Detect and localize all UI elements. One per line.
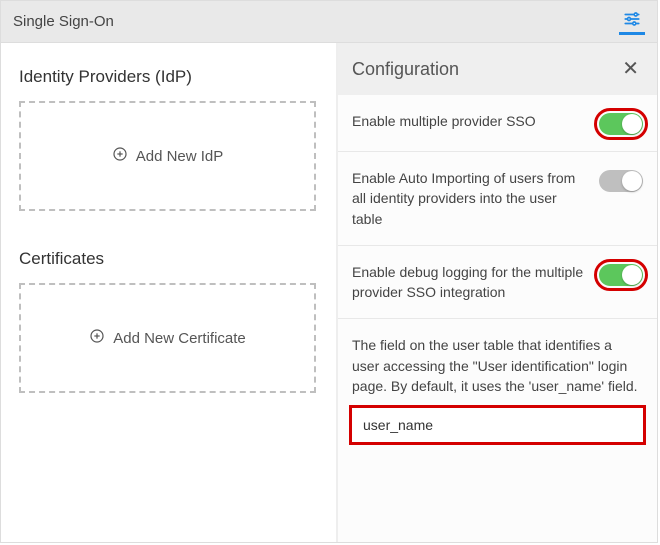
config-row-user-field: The field on the user table that identif… (338, 319, 657, 458)
config-row-enable-sso: Enable multiple provider SSO (338, 95, 657, 152)
config-body: Enable multiple provider SSO Enable Auto… (338, 95, 657, 542)
user-field-input[interactable] (352, 408, 643, 442)
page-title: Single Sign-On (13, 13, 114, 30)
auto-import-label: Enable Auto Importing of users from all … (352, 168, 589, 229)
auto-import-toggle[interactable] (599, 170, 643, 192)
debug-log-toggle[interactable] (599, 264, 643, 286)
config-title: Configuration (352, 59, 459, 80)
app-body: Identity Providers (IdP) Add New IdP Cer… (1, 43, 657, 542)
add-cert-row: Add New Certificate (89, 328, 246, 348)
config-row-debug-log: Enable debug logging for the multiple pr… (338, 246, 657, 320)
left-column: Identity Providers (IdP) Add New IdP Cer… (1, 43, 337, 542)
add-cert-box[interactable]: Add New Certificate (19, 283, 316, 393)
toggle-knob (622, 265, 642, 285)
app-window: Single Sign-On Identity Providers (IdP) (0, 0, 658, 543)
idp-section-title: Identity Providers (IdP) (19, 67, 316, 87)
toggle-knob (622, 114, 642, 134)
enable-sso-toggle[interactable] (599, 113, 643, 135)
config-header: Configuration ✕ (338, 43, 657, 95)
plus-circle-icon (112, 146, 128, 166)
cert-section-title: Certificates (19, 249, 316, 269)
close-icon[interactable]: ✕ (618, 57, 643, 81)
add-idp-box[interactable]: Add New IdP (19, 101, 316, 211)
toggle-knob (622, 171, 642, 191)
config-panel: Configuration ✕ Enable multiple provider… (337, 43, 657, 542)
add-cert-label: Add New Certificate (113, 330, 246, 347)
settings-icon[interactable] (619, 9, 645, 35)
app-header: Single Sign-On (1, 1, 657, 43)
add-idp-row: Add New IdP (112, 146, 224, 166)
user-field-label: The field on the user table that identif… (352, 335, 643, 396)
plus-circle-icon (89, 328, 105, 348)
config-row-auto-import: Enable Auto Importing of users from all … (338, 152, 657, 246)
add-idp-label: Add New IdP (136, 148, 224, 165)
debug-log-label: Enable debug logging for the multiple pr… (352, 262, 589, 303)
enable-sso-label: Enable multiple provider SSO (352, 111, 589, 131)
